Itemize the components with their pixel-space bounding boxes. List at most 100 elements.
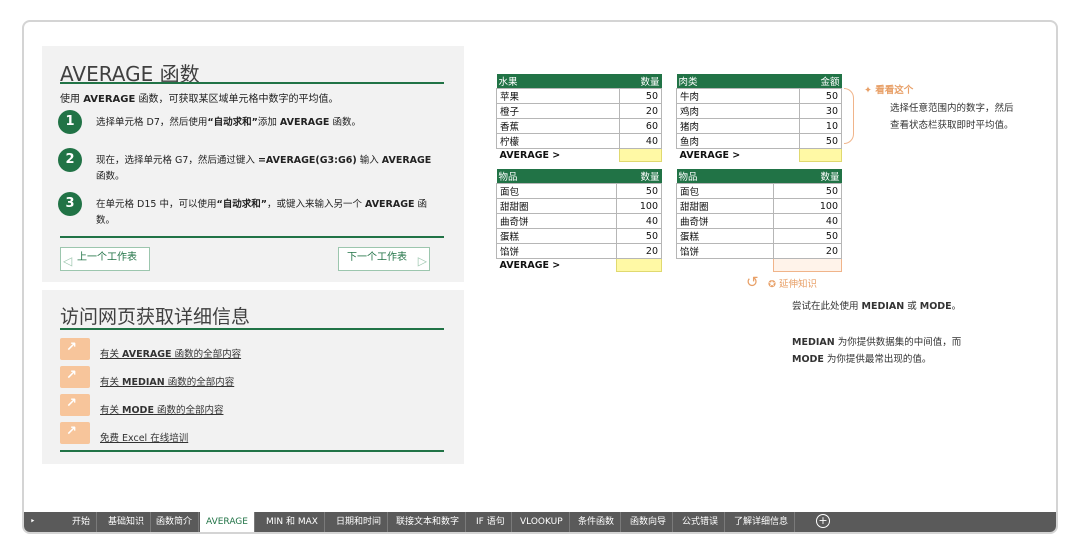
header-cell[interactable]: 肉类: [676, 74, 800, 89]
cell[interactable]: 鸡肉: [676, 103, 800, 119]
cell[interactable]: 20: [618, 103, 663, 119]
cell[interactable]: 10: [798, 118, 843, 134]
curve-arrow-icon: ↺: [746, 273, 759, 291]
step-text: 现在，选择单元格 G7，然后通过键入 =AVERAGE(G3:G6) 输入 AV…: [96, 155, 432, 182]
cell[interactable]: 猪肉: [676, 118, 800, 134]
table-row: 面包 50: [495, 183, 662, 199]
link-median[interactable]: ↗ 有关 MEDIAN 函数的全部内容: [60, 366, 440, 390]
table-row: 鱼肉 50: [676, 133, 843, 149]
cell[interactable]: 橙子: [496, 103, 620, 119]
tab-learn-more[interactable]: 了解详细信息: [728, 512, 796, 532]
tip-title: ✦ 看看这个: [864, 85, 914, 96]
table-row: 甜甜圈 100: [495, 198, 662, 214]
cell[interactable]: 50: [616, 183, 662, 199]
cell[interactable]: 50: [772, 228, 843, 244]
share-arrow-icon: ↗: [60, 338, 90, 360]
tab-basics[interactable]: 基础知识: [102, 512, 152, 532]
table-row: 苹果 50: [496, 88, 663, 104]
prev-sheet-button[interactable]: ◁ 上一个工作表: [60, 247, 150, 271]
sheet-tab-bar: ‣ 开始 基础知识 函数简介 AVERAGE MIN 和 MAX 日期和时间 联…: [24, 512, 1056, 532]
tab-join-text[interactable]: 联接文本和数字: [390, 512, 467, 532]
cell[interactable]: 100: [616, 198, 662, 214]
cell[interactable]: 20: [616, 243, 662, 259]
tab-if[interactable]: IF 语句: [470, 512, 512, 532]
tab-conditional[interactable]: 条件函数: [572, 512, 622, 532]
cell[interactable]: 50: [772, 183, 843, 199]
average-result-cell[interactable]: [798, 148, 843, 162]
cell[interactable]: 馅饼: [676, 243, 774, 259]
section-bottom-line: [60, 450, 444, 452]
tab-function-intro[interactable]: 函数简介: [150, 512, 200, 532]
average-row: AVERAGE >: [497, 148, 663, 162]
cell[interactable]: 50: [618, 88, 663, 104]
share-arrow-icon: ↗: [60, 394, 90, 416]
cell[interactable]: 40: [772, 213, 843, 229]
cell[interactable]: 馅饼: [495, 243, 618, 259]
cell[interactable]: 甜甜圈: [676, 198, 774, 214]
intro-text: 使用 AVERAGE 函数，可获取某区域单元格中数字的平均值。: [60, 94, 339, 105]
tab-date-time[interactable]: 日期和时间: [330, 512, 389, 532]
cell[interactable]: 20: [772, 243, 843, 259]
average-result-cell[interactable]: [772, 258, 843, 272]
link-mode[interactable]: ↗ 有关 MODE 函数的全部内容: [60, 394, 440, 418]
cell[interactable]: 60: [618, 118, 663, 134]
header-cell[interactable]: 物品: [496, 169, 617, 184]
header-cell[interactable]: 数量: [616, 169, 662, 184]
more-info-panel: 访问网页获取详细信息 ↗ 有关 AVERAGE 函数的全部内容 ↗ 有关 MED…: [42, 290, 464, 464]
next-sheet-label: 下一个工作表: [347, 252, 407, 263]
steps-divider: [60, 236, 444, 238]
tab-start[interactable]: 开始: [66, 512, 98, 532]
header-cell[interactable]: 水果: [496, 74, 620, 89]
link-average[interactable]: ↗ 有关 AVERAGE 函数的全部内容: [60, 338, 440, 362]
tab-average[interactable]: AVERAGE: [200, 512, 255, 532]
next-sheet-button[interactable]: 下一个工作表 ▷: [338, 247, 430, 271]
table-row: 馅饼 20: [676, 243, 843, 259]
tab-min-max[interactable]: MIN 和 MAX: [260, 512, 325, 532]
median-mode-text: MEDIAN 为你提供数据集的中间值，而 MODE 为你提供最常出现的值。: [792, 337, 962, 365]
cell[interactable]: 50: [798, 88, 843, 104]
average-row: AVERAGE >: [497, 258, 662, 272]
cell[interactable]: 香蕉: [496, 118, 620, 134]
cell[interactable]: 蛋糕: [676, 228, 774, 244]
extension-text: 尝试在此处使用 MEDIAN 或 MODE。: [792, 301, 962, 312]
table-row: 橙子 20: [496, 103, 663, 119]
cell[interactable]: 蛋糕: [495, 228, 618, 244]
header-cell[interactable]: 金额: [799, 74, 842, 89]
tab-function-wizard[interactable]: 函数向导: [624, 512, 674, 532]
cell[interactable]: 40: [618, 133, 663, 149]
meat-table: 肉类 金额 牛肉 50 鸡肉 30 猪肉 10 鱼肉 50 AVERAGE >: [676, 74, 843, 162]
cell[interactable]: 曲奇饼: [495, 213, 618, 229]
cell[interactable]: 30: [798, 103, 843, 119]
arrow-left-icon: ◁: [63, 254, 73, 268]
goods-table-2: 物品 数量 面包 50 甜甜圈 100 曲奇饼 40 蛋糕 50 馅饼 20: [676, 169, 843, 272]
tab-formula-errors[interactable]: 公式错误: [676, 512, 726, 532]
average-result-cell[interactable]: [616, 258, 662, 272]
cell[interactable]: 柠檬: [496, 133, 620, 149]
cell[interactable]: 100: [772, 198, 843, 214]
table-row: 面包 50: [676, 183, 843, 199]
cell[interactable]: 50: [616, 228, 662, 244]
header-cell[interactable]: 数量: [773, 169, 842, 184]
average-row: [677, 258, 843, 272]
cell[interactable]: 牛肉: [676, 88, 800, 104]
table-row: 蛋糕 50: [676, 228, 843, 244]
cell[interactable]: 面包: [495, 183, 618, 199]
table-row: 蛋糕 50: [495, 228, 662, 244]
cell[interactable]: 40: [616, 213, 662, 229]
header-cell[interactable]: 物品: [676, 169, 774, 184]
average-result-cell[interactable]: [618, 148, 663, 162]
scroll-tabs-icon[interactable]: ‣: [24, 512, 62, 532]
cell[interactable]: 苹果: [496, 88, 620, 104]
average-label: AVERAGE >: [499, 259, 561, 271]
prev-sheet-label: 上一个工作表: [77, 252, 137, 263]
header-cell[interactable]: 数量: [619, 74, 662, 89]
link-excel-training[interactable]: ↗ 免费 Excel 在线培训: [60, 422, 440, 446]
tab-vlookup[interactable]: VLOOKUP: [514, 512, 570, 532]
cell[interactable]: 50: [798, 133, 843, 149]
step-text: 在单元格 D15 中，可以使用“自动求和”，或键入来输入另一个 AVERAGE …: [96, 199, 428, 226]
cell[interactable]: 面包: [676, 183, 774, 199]
cell[interactable]: 甜甜圈: [495, 198, 618, 214]
cell[interactable]: 鱼肉: [676, 133, 800, 149]
add-sheet-icon[interactable]: +: [816, 514, 830, 528]
cell[interactable]: 曲奇饼: [676, 213, 774, 229]
